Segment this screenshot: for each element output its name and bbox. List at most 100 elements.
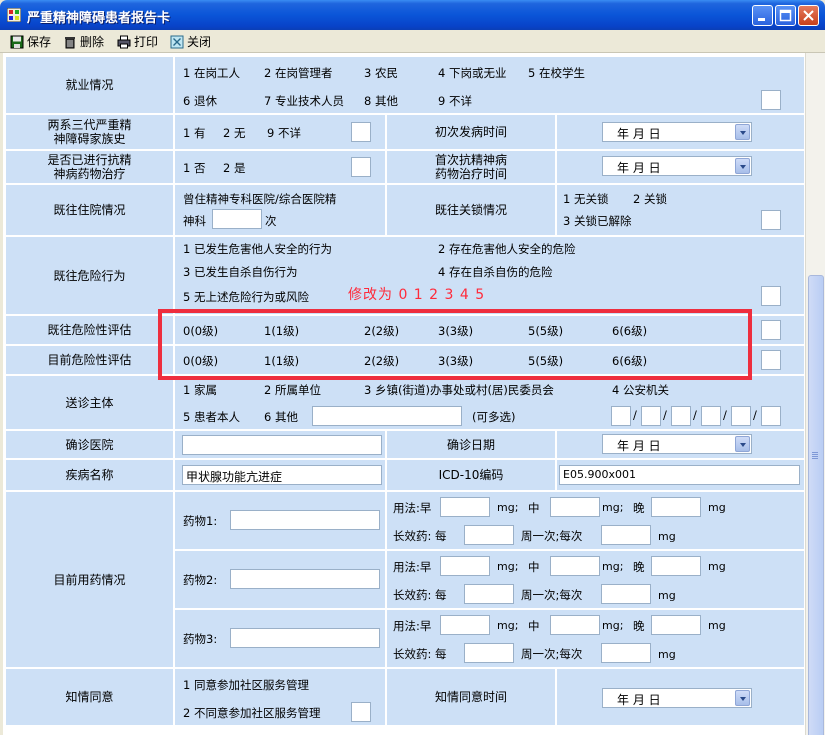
consent-date-picker[interactable]: 年 月 日: [602, 688, 752, 708]
drug-2-dose-input[interactable]: [601, 584, 651, 604]
save-button[interactable]: 保存: [10, 33, 51, 50]
hospital-text-2: 神科: [183, 214, 206, 228]
onset-date-picker[interactable]: 年 月 日: [602, 122, 752, 142]
diagnosis-date-picker[interactable]: 年 月 日: [602, 434, 752, 454]
drug-2-usage: 用法:早 mg; 中 mg; 晚 mg 长效药: 每 周一次;每次 mg: [386, 550, 805, 609]
drug-1-noon-input[interactable]: [550, 497, 600, 517]
chevron-down-icon[interactable]: [735, 436, 750, 452]
onset-time-label: 初次发病时间: [386, 114, 556, 150]
sender-input-3[interactable]: [671, 406, 691, 426]
sender-input-6[interactable]: [761, 406, 781, 426]
drug-3-morning-input[interactable]: [440, 615, 490, 635]
lock-option-2: 2 关锁: [633, 192, 667, 206]
danger-label: 既往危险行为: [5, 236, 174, 315]
family-history-input[interactable]: [351, 122, 371, 142]
drug-2-noon-input[interactable]: [550, 556, 600, 576]
risk-now-label: 目前危险性评估: [5, 345, 174, 375]
long-acting-label: 长效药: 每: [393, 529, 447, 543]
toolbar: 保存 删除 打印 关闭: [0, 30, 825, 53]
minimize-button[interactable]: [752, 5, 773, 26]
weekly-label: 周一次;每次: [521, 647, 583, 661]
sender-other-input[interactable]: [312, 406, 462, 426]
first-medication-date-picker[interactable]: 年 月 日: [602, 156, 752, 176]
diagnosis-date-label: 确诊日期: [386, 430, 556, 459]
employment-option-7: 7 专业技术人员: [264, 94, 344, 108]
employment-option-9: 9 不详: [438, 94, 472, 108]
drug-2-evening-input[interactable]: [651, 556, 701, 576]
vertical-scrollbar[interactable]: [805, 53, 825, 735]
close-window-button[interactable]: [798, 5, 819, 26]
drug-1-cell: 药物1:: [174, 491, 386, 550]
medication-options: 1 否 2 是: [174, 150, 386, 184]
drug-1-evening-input[interactable]: [651, 497, 701, 517]
mg-unit: mg: [658, 648, 676, 661]
disease-name-input[interactable]: 甲状腺功能亢进症: [182, 465, 382, 485]
danger-input[interactable]: [761, 286, 781, 306]
employment-option-8: 8 其他: [364, 94, 398, 108]
delete-button[interactable]: 删除: [63, 33, 104, 50]
sender-option-1: 1 家属: [183, 383, 217, 397]
mg-unit: mg;: [497, 560, 519, 573]
employment-input[interactable]: [761, 90, 781, 110]
drug-3-noon-input[interactable]: [550, 615, 600, 635]
sender-input-1[interactable]: [611, 406, 631, 426]
drug-3-dose-input[interactable]: [601, 643, 651, 663]
risk-now-input[interactable]: [761, 350, 781, 370]
drug-2-weeks-input[interactable]: [464, 584, 514, 604]
medication-input[interactable]: [351, 157, 371, 177]
drug-1-morning-input[interactable]: [440, 497, 490, 517]
app-icon: [7, 8, 21, 22]
lock-input[interactable]: [761, 210, 781, 230]
drug-1-input[interactable]: [230, 510, 380, 530]
mg-unit: mg;: [602, 501, 624, 514]
drug-1-weeks-input[interactable]: [464, 525, 514, 545]
family-history-label-line2: 神障碍家族史: [53, 132, 126, 146]
save-icon: [10, 35, 24, 48]
employment-options: 1 在岗工人 2 在岗管理者 3 农民 4 下岗或无业 5 在校学生 6 退休 …: [174, 56, 805, 114]
sender-option-6: 6 其他: [264, 410, 298, 424]
drug-2-input[interactable]: [230, 569, 380, 589]
usage-noon-label: 中: [528, 501, 540, 515]
hospital-count-input[interactable]: [212, 209, 262, 229]
close-icon: [803, 10, 814, 21]
lock-label: 既往关锁情况: [386, 184, 556, 236]
diagnosis-hospital-cell: [174, 430, 386, 459]
drug-3-input[interactable]: [230, 628, 380, 648]
drug-3-label: 药物3:: [183, 632, 218, 646]
drug-2-morning-input[interactable]: [440, 556, 490, 576]
sender-input-4[interactable]: [701, 406, 721, 426]
print-label: 打印: [134, 35, 159, 49]
risk-past-input[interactable]: [761, 320, 781, 340]
sender-option-2: 2 所属单位: [264, 383, 321, 397]
close-button[interactable]: 关闭: [170, 33, 211, 50]
icd-input[interactable]: E05.900x001: [559, 465, 800, 485]
drug-2-cell: 药物2:: [174, 550, 386, 609]
chevron-down-icon[interactable]: [735, 690, 750, 706]
separator-slash: /: [693, 408, 697, 422]
employment-option-4: 4 下岗或无业: [438, 66, 507, 80]
maximize-button[interactable]: [775, 5, 796, 26]
consent-date-text: 年 月 日: [617, 693, 661, 707]
drug-2-label: 药物2:: [183, 573, 218, 587]
print-button[interactable]: 打印: [117, 33, 158, 50]
mg-unit: mg;: [497, 501, 519, 514]
diagnosis-date-cell: 年 月 日: [556, 430, 805, 459]
consent-input[interactable]: [351, 702, 371, 722]
close-form-icon: [170, 35, 184, 48]
drug-3-evening-input[interactable]: [651, 615, 701, 635]
drug-3-weeks-input[interactable]: [464, 643, 514, 663]
family-history-option-2: 2 无: [223, 126, 246, 140]
sender-input-2[interactable]: [641, 406, 661, 426]
danger-option-1: 1 已发生危害他人安全的行为: [183, 242, 332, 256]
chevron-down-icon[interactable]: [735, 124, 750, 140]
diagnosis-hospital-input[interactable]: [182, 435, 382, 455]
usage-morning-label: 用法:早: [393, 560, 432, 574]
drug-1-dose-input[interactable]: [601, 525, 651, 545]
chevron-down-icon[interactable]: [735, 158, 750, 174]
employment-option-5: 5 在校学生: [528, 66, 585, 80]
drug-1-usage: 用法:早 mg; 中 mg; 晚 mg 长效药: 每 周一次;每次 mg: [386, 491, 805, 550]
sender-input-5[interactable]: [731, 406, 751, 426]
medication-label: 是否已进行抗精 神病药物治疗: [5, 150, 174, 184]
scrollbar-thumb[interactable]: [808, 275, 824, 735]
onset-time-cell: 年 月 日: [556, 114, 805, 150]
